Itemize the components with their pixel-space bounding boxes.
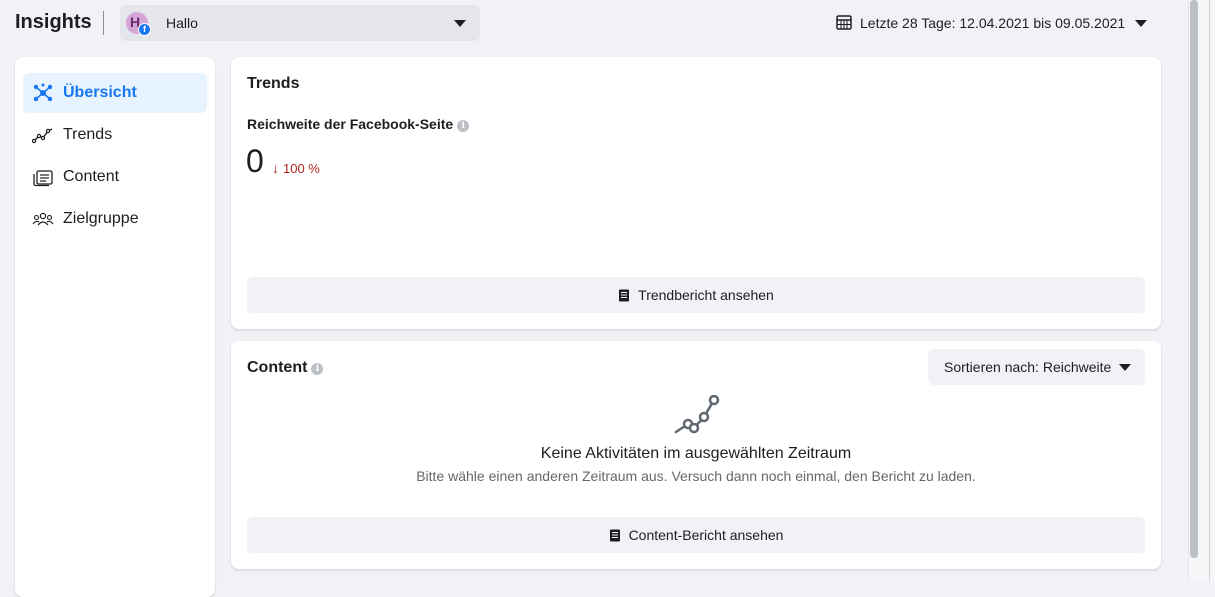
content-icon <box>33 170 53 187</box>
info-icon[interactable]: i <box>457 120 470 132</box>
metric-value: 0 <box>246 143 264 179</box>
card-title: Trends <box>247 75 300 92</box>
report-icon <box>619 289 630 302</box>
scrollbar-divider <box>1209 0 1210 581</box>
arrow-down-icon: ↓ <box>272 160 279 176</box>
audience-icon <box>32 212 54 226</box>
page-selector-dropdown[interactable]: H f Hallo <box>120 5 480 41</box>
sidebar-item-audience[interactable]: Zielgruppe <box>23 199 207 239</box>
metric-label-text: Reichweite der Facebook-Seite <box>247 116 454 132</box>
sidebar-item-overview[interactable]: Übersicht <box>23 73 207 113</box>
sidebar-item-content[interactable]: Content <box>23 157 207 197</box>
sidebar-item-label: Content <box>63 168 120 185</box>
app-title: Insights <box>15 11 92 33</box>
report-icon <box>609 529 620 542</box>
top-bar: Insights H f Hallo Letzte 28 Tage: 12.04… <box>0 0 1188 46</box>
info-icon[interactable]: i <box>311 363 324 375</box>
trends-icon <box>32 128 53 144</box>
metric-change-value: 100 % <box>283 161 320 176</box>
sort-dropdown[interactable]: Sortieren nach: Reichweite <box>928 349 1145 385</box>
trend-report-label: Trendbericht ansehen <box>638 287 774 303</box>
scrollbar[interactable] <box>1188 0 1215 581</box>
chevron-down-icon <box>1119 364 1131 371</box>
empty-state-title: Keine Aktivitäten im ausgewählten Zeitra… <box>540 445 852 462</box>
sidebar-item-label: Übersicht <box>63 84 137 101</box>
sidebar-item-label: Zielgruppe <box>63 210 139 227</box>
empty-state-subtitle: Bitte wähle einen anderen Zeitraum aus. … <box>416 468 976 484</box>
trend-report-button[interactable]: Trendbericht ansehen <box>247 277 1145 313</box>
sidebar-item-trends[interactable]: Trends <box>23 115 207 155</box>
content-report-label: Content-Bericht ansehen <box>628 527 784 543</box>
page-name: Hallo <box>166 15 198 31</box>
page-avatar: H f <box>126 12 151 36</box>
facebook-icon: f <box>138 23 151 36</box>
card-title: Content i <box>247 359 324 377</box>
content-title-text: Content <box>247 359 308 376</box>
sidebar: Übersicht Trends Content Zielgruppe <box>15 57 215 597</box>
chevron-down-icon <box>454 20 466 27</box>
sort-label: Sortieren nach: Reichweite <box>944 359 1112 375</box>
title-divider <box>103 11 104 35</box>
calendar-icon <box>836 15 852 30</box>
scrollbar-thumb[interactable] <box>1190 0 1198 558</box>
empty-trend-icon <box>674 395 720 434</box>
content-report-button[interactable]: Content-Bericht ansehen <box>247 517 1145 553</box>
metric-label: Reichweite der Facebook-Seite i <box>247 116 470 132</box>
trends-card: Trends Reichweite der Facebook-Seite i 0 … <box>231 57 1161 329</box>
overview-icon <box>33 83 53 102</box>
sidebar-item-label: Trends <box>63 126 113 143</box>
chevron-down-icon <box>1135 20 1147 27</box>
metric-change: ↓ 100 % <box>272 160 320 176</box>
date-range-label: Letzte 28 Tage: 12.04.2021 bis 09.05.202… <box>860 15 1126 31</box>
content-card: Content i Sortieren nach: Reichweite Kein… <box>231 341 1161 569</box>
